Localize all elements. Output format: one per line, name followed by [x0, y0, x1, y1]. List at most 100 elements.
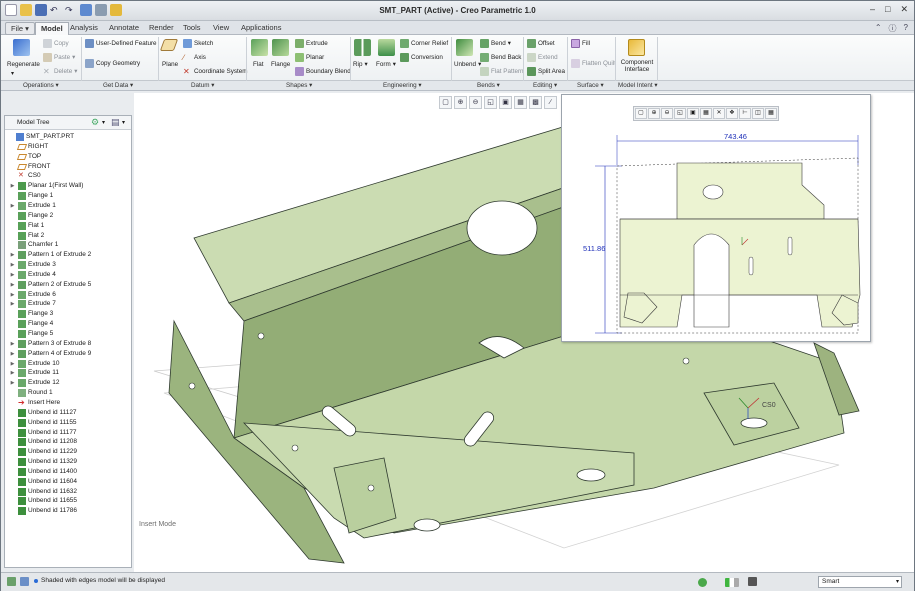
tree-item[interactable]: ▶ Pattern 3 of Extrude 8 [9, 339, 91, 349]
coordinate-system-button[interactable]: ✕ Coordinate System [183, 67, 248, 76]
tree-item[interactable]: ▶ Extrude 4 [9, 270, 56, 280]
tree-item[interactable]: ▶ Extrude 12 [9, 378, 59, 388]
tree-item[interactable]: SMT_PART.PRT [7, 132, 74, 142]
group-model-intent[interactable]: Model Intent ▾ [618, 82, 658, 89]
preview-display-mode-icon[interactable]: ◫ [752, 108, 764, 119]
tab-tools[interactable]: Tools [178, 22, 206, 35]
preview-refit-icon[interactable]: ▢ [635, 108, 647, 119]
preview-zoom-in-icon[interactable]: ⊕ [648, 108, 660, 119]
expand-arrow-icon[interactable]: ▶ [9, 181, 16, 191]
group-surface[interactable]: Surface ▾ [577, 82, 604, 89]
plane-button[interactable]: Plane [162, 61, 178, 68]
regenerate-button[interactable]: Regenerate [7, 61, 40, 68]
tree-item[interactable]: ➔ Insert Here [9, 398, 60, 408]
tree-settings-icon[interactable]: ⚙ [91, 117, 99, 128]
bend-back-button[interactable]: Bend Back [480, 53, 521, 62]
tree-item[interactable]: ▶ Extrude 6 [9, 290, 56, 300]
tree-item[interactable]: Flange 2 [9, 211, 53, 221]
tree-item[interactable]: ▶ Extrude 10 [9, 359, 59, 369]
minimize-icon[interactable]: – [870, 4, 875, 15]
tree-settings-dropdown[interactable]: ▾ [102, 119, 105, 126]
component-interface-button[interactable]: Component Interface [621, 59, 654, 73]
tree-item[interactable]: ▶ Planar 1(First Wall) [9, 181, 83, 191]
tab-file[interactable]: File ▾ [5, 22, 35, 35]
copy-button[interactable]: Copy [43, 39, 69, 48]
component-interface-icon[interactable] [628, 39, 645, 56]
expand-arrow-icon[interactable]: ▶ [9, 349, 16, 359]
tree-item[interactable]: Unbend id 11229 [9, 447, 77, 457]
group-datum[interactable]: Datum ▾ [191, 82, 214, 89]
tree-columns-icon[interactable]: ▤ [111, 117, 120, 128]
extend-button[interactable]: Extend [527, 53, 558, 62]
paste-button[interactable]: Paste ▾ [43, 53, 75, 62]
flatten-quilt-button[interactable]: Flatten Quilt [571, 59, 616, 68]
unbend-button[interactable]: Unbend ▾ [454, 61, 481, 68]
preview-zoom-out-icon[interactable]: ⊖ [661, 108, 673, 119]
find-icon[interactable] [748, 577, 757, 586]
preview-csys-icon[interactable]: ⊢ [739, 108, 751, 119]
close-icon[interactable]: ✕ [900, 4, 908, 15]
unbend-icon[interactable] [456, 39, 473, 56]
tree-item[interactable]: Unbend id 11127 [9, 408, 77, 418]
saved-views-icon[interactable]: ▦ [514, 96, 527, 109]
group-bends[interactable]: Bends ▾ [477, 82, 500, 89]
maximize-icon[interactable]: □ [885, 4, 890, 15]
selection-filter[interactable]: Smart ▾ [818, 576, 902, 588]
expand-arrow-icon[interactable]: ▶ [9, 359, 16, 369]
tree-item[interactable]: Flange 3 [9, 309, 53, 319]
expand-arrow-icon[interactable]: ▶ [9, 368, 16, 378]
tree-item[interactable]: Unbend id 11604 [9, 477, 77, 487]
expand-arrow-icon[interactable]: ▶ [9, 260, 16, 270]
regenerate-dropdown[interactable]: ▾ [11, 70, 14, 77]
tree-item[interactable]: Flange 1 [9, 191, 53, 201]
flat-pattern-button[interactable]: Flat Pattern [480, 67, 524, 76]
flat-pattern-preview[interactable]: 743.46 511.86 [561, 94, 871, 342]
minimize-ribbon-icon[interactable]: ⌃ [875, 23, 882, 34]
expand-arrow-icon[interactable]: ▶ [9, 280, 16, 290]
flat-icon[interactable] [251, 39, 268, 56]
help-icon[interactable]: ? [904, 23, 908, 34]
bend-button[interactable]: Bend ▾ [480, 39, 511, 48]
zoom-in-icon[interactable]: ⊕ [454, 96, 467, 109]
group-get-data[interactable]: Get Data ▾ [103, 82, 133, 89]
rip-button[interactable]: Rip ▾ [353, 61, 368, 68]
tree-item[interactable]: Unbend id 11177 [9, 428, 77, 438]
tab-render[interactable]: Render [144, 22, 179, 35]
rip-icon[interactable] [354, 39, 371, 56]
tree-item[interactable]: Flat 2 [9, 231, 44, 241]
tree-item[interactable]: ▶ Pattern 4 of Extrude 9 [9, 349, 91, 359]
tree-item[interactable]: ▶ Extrude 1 [9, 201, 56, 211]
refit-icon[interactable]: ▢ [439, 96, 452, 109]
boundary-blend-button[interactable]: Boundary Blend [295, 67, 351, 76]
tree-item[interactable]: ▶ Extrude 3 [9, 260, 56, 270]
tree-item[interactable]: Flange 5 [9, 329, 53, 339]
preview-views-icon[interactable]: ▦ [700, 108, 712, 119]
group-operations[interactable]: Operations ▾ [23, 82, 59, 89]
tree-item[interactable]: TOP [9, 152, 41, 162]
offset-button[interactable]: Offset [527, 39, 555, 48]
tab-model[interactable]: Model [35, 22, 69, 35]
flat-button[interactable]: Flat [253, 61, 264, 68]
tree-item[interactable]: Unbend id 11786 [9, 506, 77, 516]
planar-button[interactable]: Planar [295, 53, 324, 62]
tree-item[interactable]: Unbend id 11632 [9, 487, 77, 497]
tree-item[interactable]: ✕ CS0 [9, 171, 41, 181]
delete-button[interactable]: ✕ Delete ▾ [43, 67, 77, 76]
expand-arrow-icon[interactable]: ▶ [9, 201, 16, 211]
view-manager-icon[interactable]: ▩ [529, 96, 542, 109]
extrude-button[interactable]: Extrude [295, 39, 328, 48]
tree-item[interactable]: Chamfer 1 [9, 240, 58, 250]
tab-applications[interactable]: Applications [236, 22, 286, 35]
tree-item[interactable]: ▶ Pattern 2 of Extrude 5 [9, 280, 91, 290]
tab-view[interactable]: View [208, 22, 234, 35]
tree-item[interactable]: Unbend id 11400 [9, 467, 77, 477]
udf-button[interactable]: User-Defined Feature [85, 39, 157, 48]
fill-button[interactable]: Fill [571, 39, 590, 48]
preview-repaint-icon[interactable]: ◱ [674, 108, 686, 119]
form-button[interactable]: Form ▾ [376, 61, 396, 68]
expand-arrow-icon[interactable]: ▶ [9, 270, 16, 280]
tree-item[interactable]: Unbend id 11155 [9, 418, 77, 428]
corner-relief-button[interactable]: Corner Relief [400, 39, 448, 48]
tree-item[interactable]: ▶ Extrude 7 [9, 299, 56, 309]
expand-arrow-icon[interactable]: ▶ [9, 339, 16, 349]
